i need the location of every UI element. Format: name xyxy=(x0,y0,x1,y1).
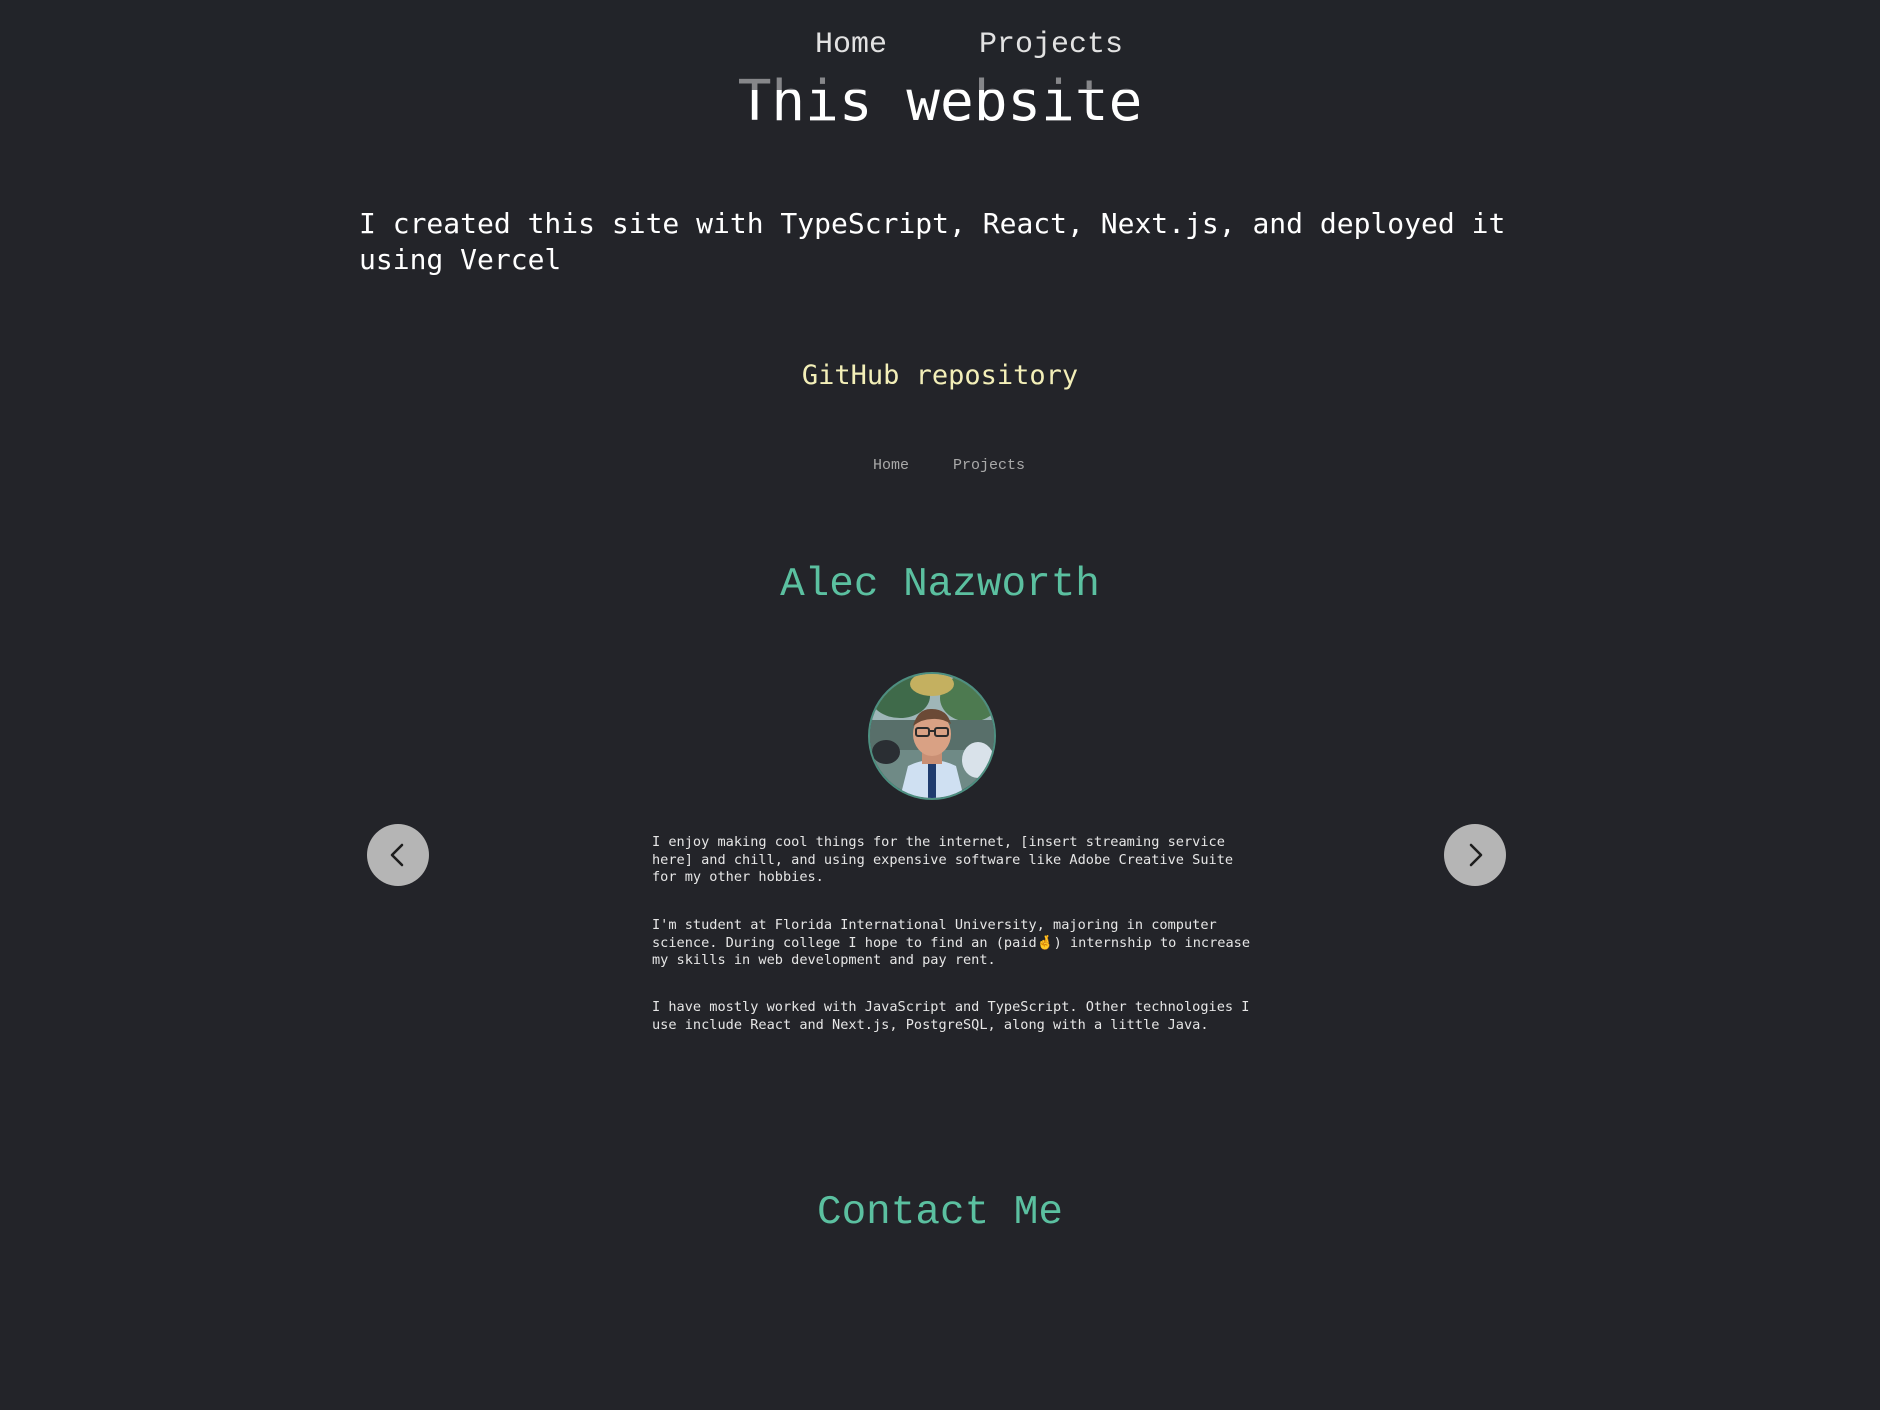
preview-nav-projects-link[interactable]: Projects xyxy=(953,456,1025,476)
intro-text: I created this site with TypeScript, Rea… xyxy=(359,207,1506,276)
preview-nav-home-link[interactable]: Home xyxy=(873,456,909,476)
bio-paragraph: I enjoy making cool things for the inter… xyxy=(652,834,1234,885)
carousel-next-button[interactable] xyxy=(1444,824,1506,886)
chevron-left-icon xyxy=(390,843,404,867)
profile-photo xyxy=(870,674,994,798)
contact-heading: Contact Me xyxy=(816,1190,1064,1236)
chevron-right-icon xyxy=(1469,843,1483,867)
name-heading: Alec Nazworth xyxy=(780,562,1100,608)
bio-paragraph: I have mostly worked with JavaScript and… xyxy=(652,999,1250,1033)
nav-projects-link[interactable]: Projects xyxy=(979,26,1123,64)
nav-home-link[interactable]: Home xyxy=(815,26,887,64)
top-nav: Home Projects xyxy=(0,0,1880,90)
carousel-prev-button[interactable] xyxy=(367,824,429,886)
github-repository-link[interactable]: GitHub repository xyxy=(0,358,1880,394)
bio-paragraph: I'm student at Florida International Uni… xyxy=(652,917,1250,968)
avatar xyxy=(868,672,996,800)
